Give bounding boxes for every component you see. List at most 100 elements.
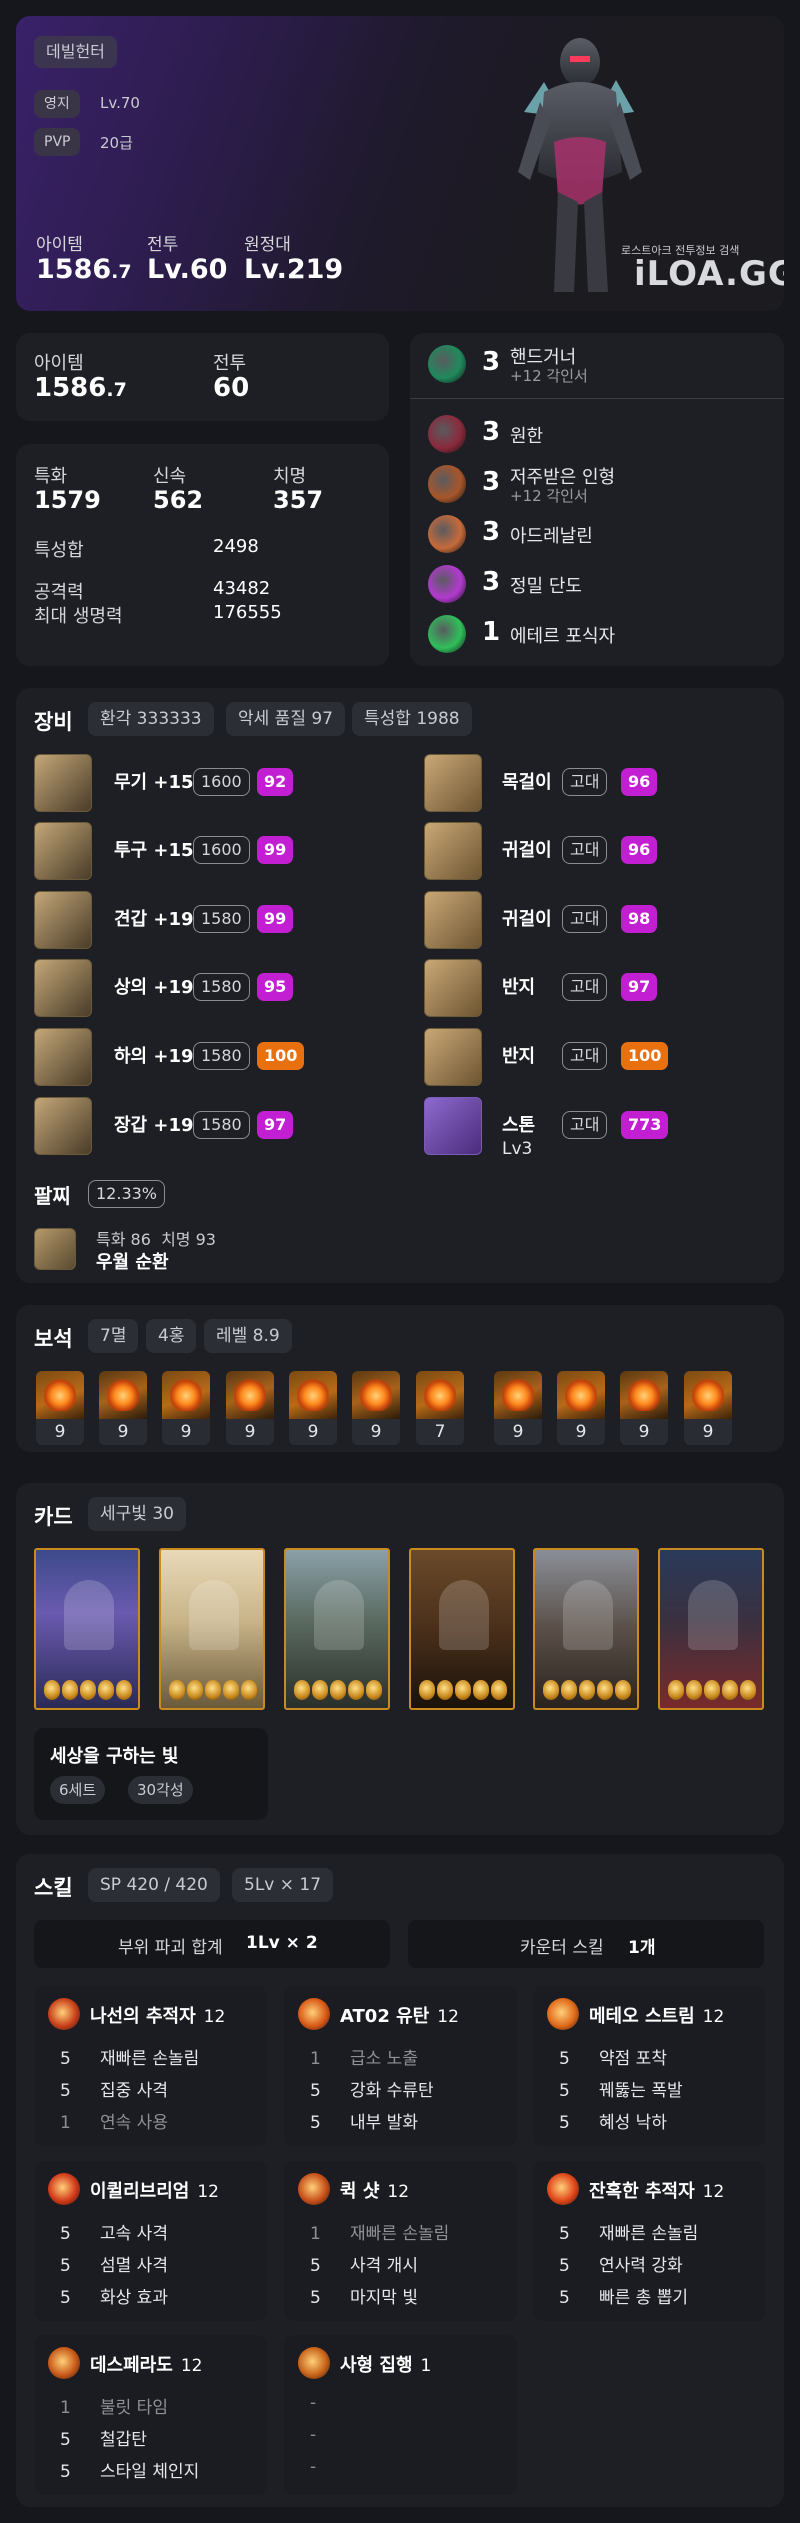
engraving-icon[interactable] xyxy=(428,415,466,453)
accessory-tier: 고대 xyxy=(562,973,608,1001)
awakening-gem-icon xyxy=(597,1680,613,1700)
card-slot[interactable] xyxy=(409,1548,515,1710)
engraving-icon[interactable] xyxy=(428,615,466,653)
equipment-tier: 1580 xyxy=(193,905,250,933)
stat-attack-value: 43482 xyxy=(213,578,271,599)
tripod-level: 5 xyxy=(60,2081,71,2101)
equipment-slot-icon[interactable] xyxy=(34,959,92,1017)
part-break-value: 1Lv × 2 xyxy=(246,1933,318,1953)
accessory-slot-icon[interactable] xyxy=(424,959,482,1017)
gem-slot[interactable]: 9 xyxy=(494,1371,542,1445)
hero-roster-value: Lv.219 xyxy=(244,254,344,285)
awakening-gem-icon xyxy=(704,1680,720,1700)
accessory-tier: 고대 xyxy=(562,1042,608,1070)
gems-badge-cooldown: 4홍 xyxy=(146,1319,197,1353)
card-slot[interactable] xyxy=(159,1548,265,1710)
gem-slot[interactable]: 9 xyxy=(289,1371,337,1445)
accessory-tier: 고대 xyxy=(562,905,608,933)
skill-name-text: 메테오 스트림 xyxy=(589,2006,695,2027)
skill-card[interactable]: 퀵 샷 12 1 재빠른 손놀림 5 사격 개시 5 마지막 빛 xyxy=(284,2161,517,2321)
stone-level: Lv3 xyxy=(502,1139,533,1159)
tripod-row: 5 꿰뚫는 폭발 xyxy=(559,2076,683,2101)
tripod-row: 5 화상 효과 xyxy=(60,2283,168,2308)
equipment-slot-icon[interactable] xyxy=(34,891,92,949)
gem-slot[interactable]: 9 xyxy=(557,1371,605,1445)
accessory-slot-icon[interactable] xyxy=(424,822,482,880)
skill-card[interactable]: 메테오 스트림 12 5 약점 포착 5 꿰뚫는 폭발 5 혜성 낙하 xyxy=(533,1986,766,2146)
equipment-slot-icon[interactable] xyxy=(34,754,92,812)
engraving-icon[interactable] xyxy=(428,565,466,603)
gem-level: 9 xyxy=(684,1419,732,1445)
gem-level: 9 xyxy=(289,1419,337,1445)
gem-image xyxy=(416,1371,464,1419)
counter-skill-value: 1개 xyxy=(628,1938,656,1958)
tripod-level: 5 xyxy=(559,2224,570,2244)
gem-slot[interactable]: 9 xyxy=(99,1371,147,1445)
awakening-gem-icon xyxy=(330,1680,346,1700)
engraving-icon[interactable] xyxy=(428,465,466,503)
skill-card[interactable]: 나선의 추적자 12 5 재빠른 손놀림 5 집중 사격 1 연속 사용 xyxy=(34,1986,267,2146)
engraving-icon[interactable] xyxy=(428,345,466,383)
tripod-row: 5 집중 사격 xyxy=(60,2076,168,2101)
gem-slot[interactable]: 9 xyxy=(162,1371,210,1445)
bracelet-icon[interactable] xyxy=(34,1228,76,1270)
tripod-row: 5 재빠른 손놀림 xyxy=(60,2044,199,2069)
equipment-slot-icon[interactable] xyxy=(34,1028,92,1086)
skill-icon xyxy=(48,2347,80,2379)
awakening-gem-icon xyxy=(294,1680,310,1700)
part-break-label: 부위 파괴 합계 xyxy=(118,1938,223,1958)
gem-image xyxy=(557,1371,605,1419)
skill-card[interactable]: 사형 집행 1 - - - xyxy=(284,2335,517,2495)
accessory-slot-icon[interactable] xyxy=(424,891,482,949)
gem-slot[interactable]: 9 xyxy=(226,1371,274,1445)
equipment-slot-icon[interactable] xyxy=(34,1097,92,1155)
accessory-quality: 100 xyxy=(621,1042,669,1070)
equipment-title: 장비 xyxy=(34,710,73,734)
accessory-quality: 773 xyxy=(621,1111,669,1139)
awakening-gem-icon xyxy=(169,1680,185,1700)
tripod-row: - xyxy=(310,2457,350,2477)
card-slot[interactable] xyxy=(533,1548,639,1710)
skills-title: 스킬 xyxy=(34,1876,73,1900)
tripod-name: 집중 사격 xyxy=(100,2081,168,2101)
card-figure xyxy=(189,1580,239,1650)
tripod-level: 5 xyxy=(310,2113,321,2133)
accessory-tier: 고대 xyxy=(562,836,608,864)
equipment-tier: 1600 xyxy=(193,836,250,864)
engraving-level: 3 xyxy=(482,417,501,447)
combat-level-value: 60 xyxy=(213,373,250,403)
card-slot[interactable] xyxy=(658,1548,764,1710)
accessory-tier: 고대 xyxy=(562,768,608,796)
skill-card[interactable]: 잔혹한 추적자 12 5 재빠른 손놀림 5 연사력 강화 5 빠른 총 뽑기 xyxy=(533,2161,766,2321)
tripod-level: 1 xyxy=(60,2113,71,2133)
awakening-gem-icon xyxy=(579,1680,595,1700)
tripod-level: 5 xyxy=(60,2049,71,2069)
skill-name: 데스페라도 12 xyxy=(90,2351,202,2377)
accessory-slot-icon[interactable] xyxy=(424,1097,482,1155)
equipment-name: 투구 +15 xyxy=(114,840,194,861)
engraving-icon[interactable] xyxy=(428,515,466,553)
skill-card[interactable]: 이퀼리브리엄 12 5 고속 사격 5 섬멸 사격 5 화상 효과 xyxy=(34,2161,267,2321)
accessory-slot-icon[interactable] xyxy=(424,754,482,812)
engraving-level: 3 xyxy=(482,517,501,547)
tripod-row: - xyxy=(310,2393,350,2413)
gem-slot[interactable]: 7 xyxy=(416,1371,464,1445)
gem-slot[interactable]: 9 xyxy=(36,1371,84,1445)
equipment-slot-icon[interactable] xyxy=(34,822,92,880)
tripod-name: 재빠른 손놀림 xyxy=(350,2224,450,2244)
skill-card[interactable]: 데스페라도 12 1 불릿 타임 5 철갑탄 5 스타일 체인지 xyxy=(34,2335,267,2495)
gem-slot[interactable]: 9 xyxy=(684,1371,732,1445)
gem-burst-icon xyxy=(107,1377,139,1411)
hero-item-value: 1586.7 xyxy=(36,254,132,285)
gem-burst-icon xyxy=(44,1377,76,1411)
card-slot[interactable] xyxy=(34,1548,140,1710)
gem-level: 9 xyxy=(226,1419,274,1445)
gem-slot[interactable]: 9 xyxy=(352,1371,400,1445)
accessory-slot-icon[interactable] xyxy=(424,1028,482,1086)
card-slot[interactable] xyxy=(284,1548,390,1710)
gem-slot[interactable]: 9 xyxy=(620,1371,668,1445)
tripod-name: 섬멸 사격 xyxy=(100,2256,168,2276)
skill-card[interactable]: AT02 유탄 12 1 급소 노출 5 강화 수류탄 5 내부 발화 xyxy=(284,1986,517,2146)
gem-burst-icon xyxy=(297,1377,329,1411)
tripod-name: 혜성 낙하 xyxy=(599,2113,667,2133)
